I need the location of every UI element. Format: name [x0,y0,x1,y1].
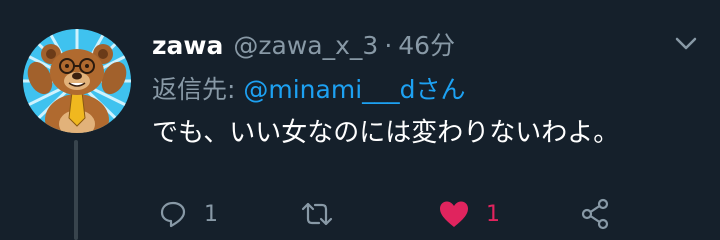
share-button[interactable] [580,196,610,232]
share-icon [581,198,609,230]
tweet-actions: 1 1 [0,190,720,240]
chevron-down-icon[interactable] [672,34,700,54]
separator-dot: · [384,31,393,60]
heart-icon [440,201,468,227]
bear-avatar-icon[interactable] [22,28,132,134]
tweet-header: zawa @zawa_x_3 · 46分 [152,26,455,66]
reply-suffix: さん [415,75,466,104]
timestamp[interactable]: 46分 [398,31,455,60]
reply-icon [160,201,186,228]
reply-mention-link[interactable]: @minami___d [243,75,415,104]
tweet-text: でも、いい女なのには変わりないわよ。 [152,118,620,148]
reply-button[interactable]: 1 [158,196,218,232]
retweet-icon [301,202,333,226]
like-count: 1 [486,201,500,227]
user-handle[interactable]: @zawa_x_3 [233,31,378,60]
like-button[interactable]: 1 [438,196,500,232]
retweet-button[interactable] [300,196,350,232]
display-name[interactable]: zawa [152,31,223,60]
reply-prefix: 返信先: [152,75,244,104]
reply-count: 1 [204,201,218,227]
tweet-card[interactable]: zawa @zawa_x_3 · 46分 返信先: @minami___dさん でも、… [0,0,720,240]
replying-to: 返信先: @minami___dさん [152,70,466,106]
